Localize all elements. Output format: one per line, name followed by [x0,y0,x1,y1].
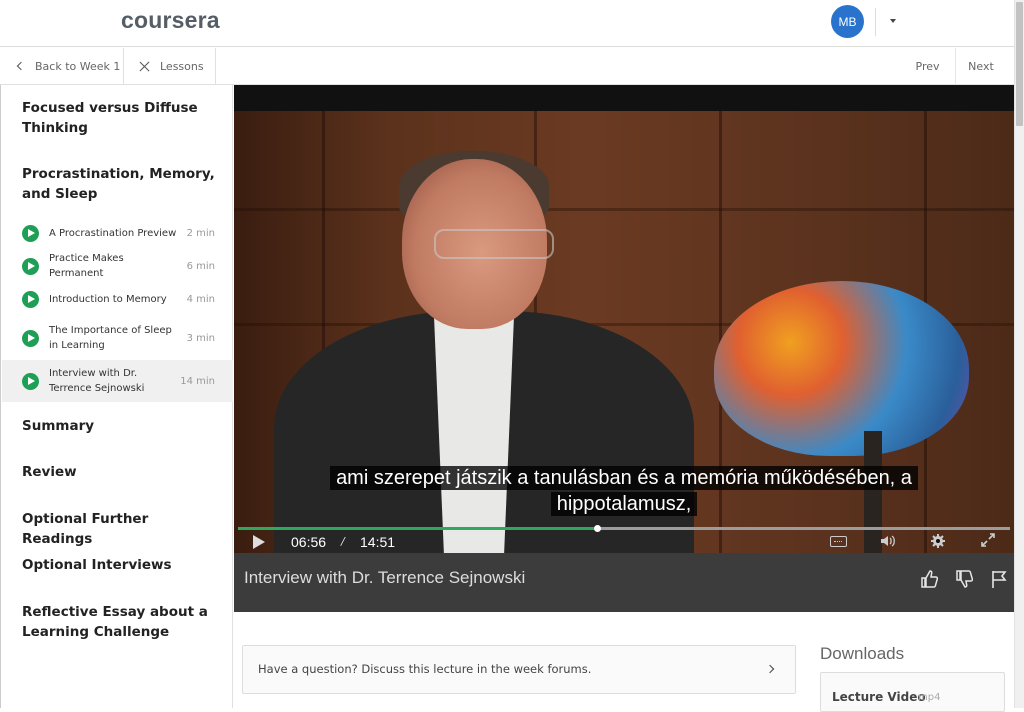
sidebar-section-procrastination[interactable]: Procrastination, Memory, and Sleep [22,164,217,204]
discussion-prompt-text: Have a question? Discuss this lecture in… [258,662,592,676]
video-title-bar: Interview with Dr. Terrence Sejnowski [234,553,1014,612]
lesson-item[interactable]: Introduction to Memory 4 min [2,287,233,311]
wood-panel-divider [234,208,1014,211]
captions-icon[interactable] [830,536,847,547]
sidebar-section-further-readings[interactable]: Optional Further Readings [22,509,217,549]
lesson-duration: 3 min [186,332,215,344]
lesson-item[interactable]: A Procrastination Preview 2 min [2,221,233,245]
back-to-week-button[interactable]: Back to Week 1 [0,48,124,84]
account-dropdown-caret-icon[interactable] [890,19,896,23]
chevron-right-icon [765,664,775,674]
lesson-item[interactable]: Practice Makes Permanent 6 min [2,253,233,279]
subtitle-text: ami szerepet játszik a tanulásban és a m… [330,466,918,490]
subtitle-line: ami szerepet játszik a tanulásban és a m… [234,466,1014,491]
chevron-left-icon [16,61,26,71]
video-title: Interview with Dr. Terrence Sejnowski [244,568,526,587]
next-button[interactable]: Next [956,48,1006,84]
download-item[interactable]: Lecture Video mp4 [820,672,1005,712]
lesson-title: Practice Makes Permanent [49,253,124,279]
thumbs-down-icon[interactable] [955,569,973,589]
download-item-format: mp4 [918,692,941,703]
lesson-item[interactable]: The Importance of Sleep in Learning 3 mi… [2,320,233,356]
lesson-title: A Procrastination Preview [49,227,177,239]
lesson-title: Introduction to Memory [49,293,167,305]
settings-gear-icon[interactable] [929,533,947,549]
lesson-title: Interview with Dr. Terrence Sejnowski [49,368,145,394]
video-controls: 06:56 / 14:51 [234,530,1014,553]
top-header: coursera MB [0,0,1014,47]
current-time: 06:56 [291,534,327,550]
flag-icon[interactable] [990,569,1008,589]
coursera-logo[interactable]: coursera [121,7,220,34]
lesson-duration: 14 min [180,375,215,387]
downloads-heading: Downloads [820,644,905,663]
lessons-label: Lessons [160,59,204,73]
subtitle-text: hippotalamusz, [550,492,698,516]
sidebar-section-summary[interactable]: Summary [22,416,217,436]
header-divider [875,8,876,36]
play-circle-icon [22,257,39,275]
back-to-week-label: Back to Week 1 [35,59,121,73]
play-circle-icon [22,329,39,347]
prev-button[interactable]: Prev [900,48,956,84]
sidebar-section-focused-diffuse[interactable]: Focused versus Diffuse Thinking [22,98,217,138]
lessons-sidebar: Focused versus Diffuse Thinking Procrast… [0,85,233,708]
sidebar-section-reflective-essay[interactable]: Reflective Essay about a Learning Challe… [22,602,217,642]
lesson-item-active[interactable]: Interview with Dr. Terrence Sejnowski 14… [2,360,233,402]
lesson-duration: 6 min [186,260,215,272]
lessons-toggle-button[interactable]: Lessons [124,48,216,84]
play-circle-icon [22,372,39,390]
total-time: 14:51 [360,534,396,550]
lesson-title: The Importance of Sleep in Learning [49,325,172,351]
user-avatar[interactable]: MB [831,5,864,38]
play-icon[interactable] [253,535,265,549]
lesson-duration: 4 min [186,293,215,305]
sidebar-section-optional-interviews[interactable]: Optional Interviews [22,555,217,575]
lesson-navigation-bar: Back to Week 1 Lessons Prev Next [0,48,1014,85]
time-separator: / [341,535,345,548]
discussion-prompt-card[interactable]: Have a question? Discuss this lecture in… [242,645,796,694]
close-icon [139,61,150,72]
scrollbar-thumb[interactable] [1016,2,1023,126]
speaker-glasses [434,229,554,259]
volume-icon[interactable] [879,533,897,549]
video-player[interactable]: ami szerepet játszik a tanulásban és a m… [234,85,1014,553]
sidebar-section-review[interactable]: Review [22,462,217,482]
subtitle-line: hippotalamusz, [234,492,1014,517]
download-item-label: Lecture Video [832,690,926,704]
play-circle-icon [22,290,39,308]
fullscreen-icon[interactable] [979,533,997,549]
play-circle-icon [22,224,39,242]
lesson-duration: 2 min [186,227,215,239]
brain-model [714,281,969,456]
thumbs-up-icon[interactable] [920,569,938,589]
page-scrollbar[interactable] [1014,0,1024,708]
